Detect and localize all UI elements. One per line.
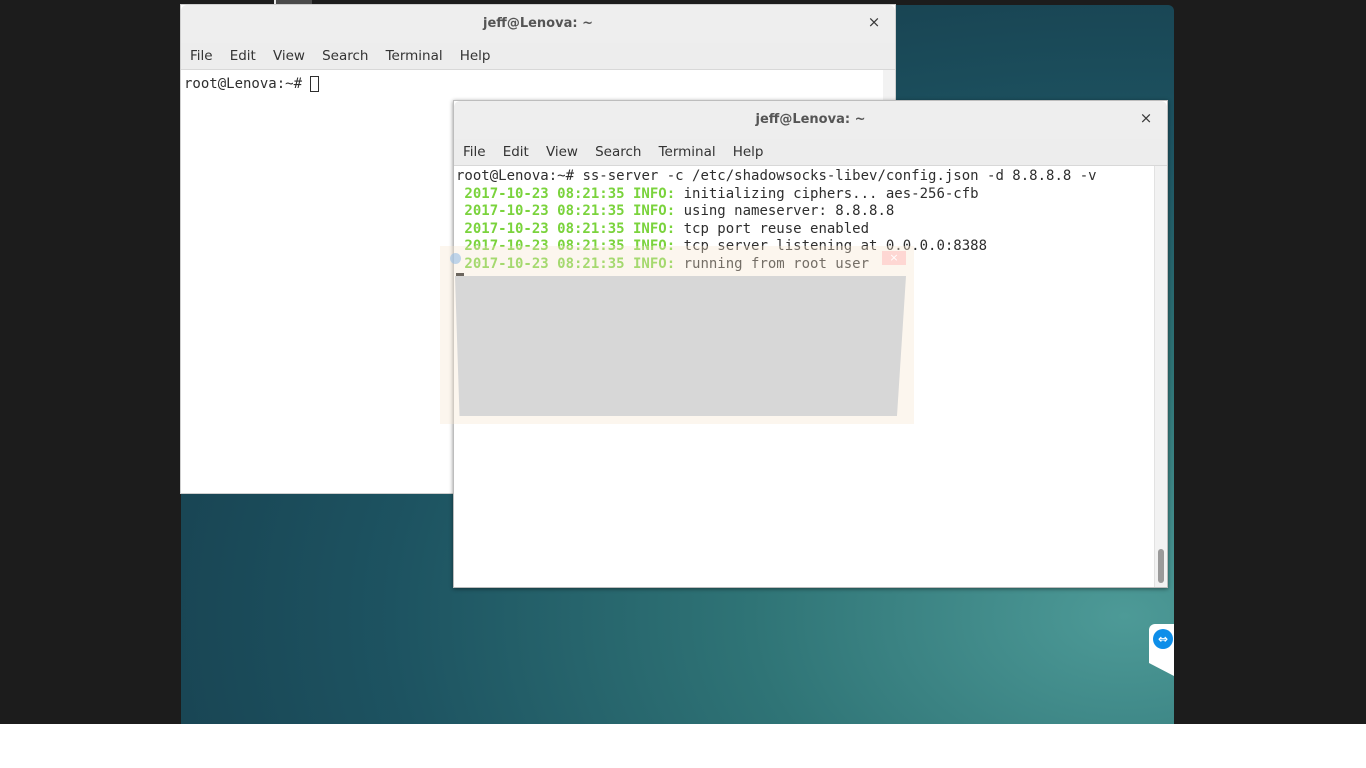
menu-view[interactable]: View [267,43,311,69]
window-titlebar[interactable]: jeff@Lenova: ~ × [181,5,895,43]
menu-help[interactable]: Help [454,43,497,69]
scrollbar[interactable] [883,70,895,100]
notification-close-icon[interactable]: × [882,251,906,265]
shell-prompt: root@Lenova:~# [184,76,311,92]
menu-terminal[interactable]: Terminal [653,139,722,165]
menu-file[interactable]: File [184,43,219,69]
log-timestamp: 2017-10-23 08:21:35 INFO: [456,220,676,237]
menu-file[interactable]: File [457,139,492,165]
menu-search[interactable]: Search [316,43,374,69]
scrollbar[interactable] [1154,166,1167,587]
window-titlebar[interactable]: jeff@Lenova: ~ × [454,101,1167,139]
log-timestamp: 2017-10-23 08:21:35 INFO: [456,203,676,219]
log-line: 2017-10-23 08:21:35 INFO: initializing c… [456,186,1167,204]
menu-edit[interactable]: Edit [497,139,535,165]
menu-bar: File Edit View Search Terminal Help [181,43,895,70]
menu-bar: File Edit View Search Terminal Help [454,139,1167,166]
command-line: root@Lenova:~# ss-server -c /etc/shadows… [456,168,1167,186]
menu-view[interactable]: View [540,139,584,165]
menu-search[interactable]: Search [589,139,647,165]
notification-icon [450,253,461,264]
log-message: using nameserver: 8.8.8.8 [675,203,895,219]
teamviewer-icon[interactable]: ⇔ [1153,629,1173,649]
notification-body [455,276,906,416]
window-title: jeff@Lenova: ~ [755,112,866,127]
shell-prompt: root@Lenova:~# [456,168,583,184]
command-text: ss-server -c /etc/shadowsocks-libev/conf… [582,168,1097,184]
log-message: tcp port reuse enabled [675,220,870,237]
log-line: 2017-10-23 08:21:35 INFO: using nameserv… [456,203,1167,221]
menu-edit[interactable]: Edit [224,43,262,69]
menu-terminal[interactable]: Terminal [380,43,449,69]
scrollbar-thumb[interactable] [1158,549,1164,583]
window-title: jeff@Lenova: ~ [483,16,593,31]
text-cursor [310,76,320,92]
close-icon[interactable]: × [1137,109,1155,127]
log-timestamp: 2017-10-23 08:21:35 INFO: [456,185,676,202]
log-message: initializing ciphers... aes-256-cfb [675,185,979,202]
close-icon[interactable]: × [865,13,883,31]
log-line: 2017-10-23 08:21:35 INFO: tcp port reuse… [456,221,1167,239]
menu-help[interactable]: Help [727,139,770,165]
